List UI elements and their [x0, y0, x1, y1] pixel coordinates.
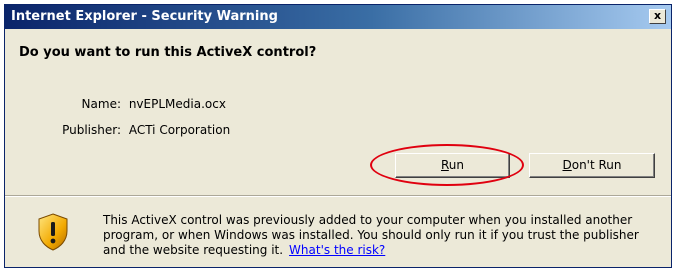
run-mnemonic: R	[440, 158, 449, 172]
publisher-row: Publisher: ACTi Corporation	[25, 123, 230, 137]
warning-message: This ActiveX control was previously adde…	[103, 213, 663, 258]
dialog-question: Do you want to run this ActiveX control?	[19, 45, 317, 60]
dont-run-mnemonic: D	[562, 158, 572, 172]
close-icon: x	[653, 9, 662, 22]
publisher-label: Publisher:	[62, 123, 121, 137]
shield-warning-icon	[38, 213, 68, 251]
name-row: Name: nvEPLMedia.ocx	[25, 97, 226, 111]
whats-the-risk-link[interactable]: What's the risk?	[289, 243, 385, 257]
security-warning-dialog: Internet Explorer - Security Warning x D…	[4, 4, 672, 268]
separator	[5, 195, 671, 197]
title-bar[interactable]: Internet Explorer - Security Warning x	[5, 5, 671, 29]
close-button[interactable]: x	[649, 9, 666, 24]
run-label-rest: un	[448, 158, 465, 172]
window-title: Internet Explorer - Security Warning	[11, 9, 278, 24]
name-value: nvEPLMedia.ocx	[128, 97, 226, 111]
name-label: Name:	[81, 97, 121, 111]
run-button[interactable]: Run	[395, 153, 510, 178]
dont-run-label-rest: on't Run	[571, 158, 622, 172]
publisher-value: ACTi Corporation	[128, 123, 231, 137]
dont-run-button[interactable]: Don't Run	[529, 153, 655, 178]
